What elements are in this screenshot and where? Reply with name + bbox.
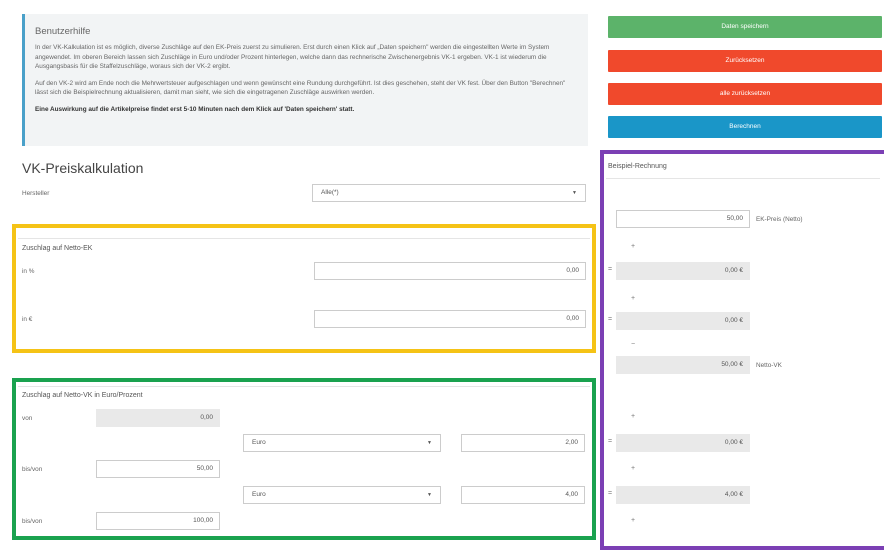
chevron-down-icon: ▼ <box>427 492 432 498</box>
amount-input-2[interactable]: 4,00 <box>461 486 585 504</box>
plus-sign: + <box>631 465 636 472</box>
save-button[interactable]: Daten speichern <box>608 16 882 38</box>
netto-ek-divider <box>18 238 590 239</box>
netto-ek-title: Zuschlag auf Netto-EK <box>22 245 93 252</box>
chevron-down-icon: ▼ <box>572 190 577 196</box>
minus-sign: − <box>631 341 636 348</box>
netto-ek-euro-input[interactable]: 0,00 <box>314 310 586 328</box>
help-paragraph-3: Eine Auswirkung auf die Artikelpreise fi… <box>35 105 355 113</box>
plus-sign: + <box>631 295 636 302</box>
manufacturer-select-value: Alle(*) <box>321 189 339 196</box>
von-label: von <box>22 415 33 422</box>
unit-select-2[interactable]: Euro ▼ <box>243 486 441 504</box>
equals-sign: = <box>608 438 613 445</box>
equals-sign: = <box>608 266 613 273</box>
reset-button[interactable]: Zurücksetzen <box>608 50 882 72</box>
amount-input-1[interactable]: 2,00 <box>461 434 585 452</box>
page-title: VK-Preiskalkulation <box>22 160 144 176</box>
help-paragraph-1: In der VK-Kalkulation ist es möglich, di… <box>35 44 550 70</box>
help-title: Benutzerhilfe <box>35 26 91 37</box>
bisvon-label-1: bis/von <box>22 466 43 473</box>
netto-vk-label: Netto-VK <box>756 362 782 369</box>
plus-sign: + <box>631 243 636 250</box>
plus-sign: + <box>631 413 636 420</box>
netto-ek-euro-label: in € <box>22 316 33 323</box>
netto-vk-divider <box>18 386 590 387</box>
reset-all-button[interactable]: alle zurücksetzen <box>608 83 882 105</box>
manufacturer-select[interactable]: Alle(*) ▼ <box>312 184 586 202</box>
equals-sign: = <box>608 490 613 497</box>
netto-ek-highlight <box>12 224 596 353</box>
equals-sign: = <box>608 316 613 323</box>
plus-sign: + <box>631 517 636 524</box>
bisvon-label-2: bis/von <box>22 518 43 525</box>
unit-select-1-value: Euro <box>252 439 266 446</box>
example-result-1: 0,00 € <box>616 262 750 280</box>
ek-price-label: EK-Preis (Netto) <box>756 216 803 223</box>
von-input: 0,00 <box>96 409 220 427</box>
help-paragraph-2: Auf den VK-2 wird am Ende noch die Mehrw… <box>35 79 566 97</box>
bisvon-input-1[interactable]: 50,00 <box>96 460 220 478</box>
bisvon-input-2[interactable]: 100,00 <box>96 512 220 530</box>
ek-price-input[interactable]: 50,00 <box>616 210 750 228</box>
example-divider <box>606 178 880 179</box>
unit-select-1[interactable]: Euro ▼ <box>243 434 441 452</box>
example-title: Beispiel-Rechnung <box>608 163 667 170</box>
example-result-4: 4,00 € <box>616 486 750 504</box>
netto-ek-percent-label: in % <box>22 268 35 275</box>
calculate-button[interactable]: Berechnen <box>608 116 882 138</box>
help-box: Benutzerhilfe In der VK-Kalkulation ist … <box>22 14 588 146</box>
example-result-3: 0,00 € <box>616 434 750 452</box>
netto-ek-percent-input[interactable]: 0,00 <box>314 262 586 280</box>
netto-vk-title: Zuschlag auf Netto-VK in Euro/Prozent <box>22 392 143 399</box>
netto-vk-value: 50,00 € <box>616 356 750 374</box>
manufacturer-label: Hersteller <box>22 190 50 197</box>
chevron-down-icon: ▼ <box>427 440 432 446</box>
example-result-2: 0,00 € <box>616 312 750 330</box>
unit-select-2-value: Euro <box>252 491 266 498</box>
